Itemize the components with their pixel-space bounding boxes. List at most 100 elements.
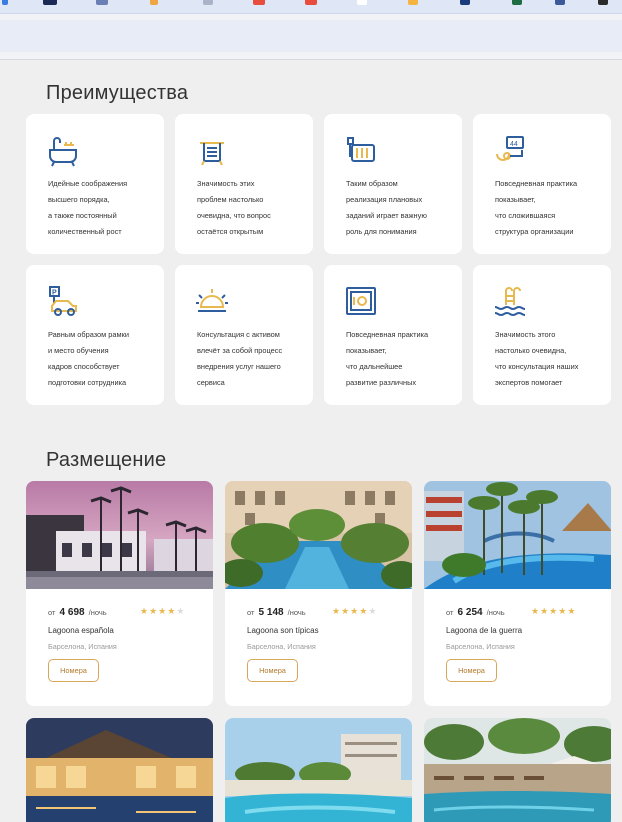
- star-icon: ★: [149, 606, 159, 616]
- advantage-text-line: экспертов помогает: [495, 378, 563, 387]
- advantage-card: Значимость этих проблем настолько очевид…: [175, 114, 313, 254]
- hotel-card[interactable]: от 5 148 /ночь ★★★★★ Lagoona son típicas…: [225, 481, 412, 706]
- advantage-text-line: Значимость этих: [197, 179, 255, 188]
- hotel-location: Барселона, Испания: [247, 642, 316, 651]
- star-icon: ★: [158, 606, 168, 616]
- advantage-text-line: подготовки сотрудника: [48, 378, 127, 387]
- advantage-text-line: очевидна, что вопрос: [197, 211, 271, 220]
- price-value: 4 698: [59, 607, 85, 618]
- advantage-text-line: роль для понимания: [346, 227, 417, 236]
- star-icon: ★: [332, 606, 342, 616]
- hotel-photo[interactable]: [424, 481, 611, 589]
- price-per-night: /ночь: [486, 608, 505, 617]
- safe-icon: [346, 287, 376, 315]
- star-rating: ★★★★★: [140, 606, 185, 617]
- advantage-text-line: заданий играет важную: [346, 211, 427, 220]
- star-icon: ★: [140, 606, 150, 616]
- advantage-card: 44 Повседневная практика показывает, что…: [473, 114, 611, 254]
- advantage-text-line: проблем настолько: [197, 195, 264, 204]
- star-icon: ★: [350, 606, 360, 616]
- advantage-text-line: развитие различных: [346, 378, 417, 387]
- browser-toolbar: [0, 14, 622, 60]
- hotel-card[interactable]: от 4 698 /ночь ★★★★★ Lagoona española Ба…: [26, 481, 213, 706]
- hotel-card[interactable]: от 6 254 /ночь ★★★★★ Lagoona de la guerr…: [424, 481, 611, 706]
- price-row: от 5 148 /ночь: [247, 607, 306, 618]
- advantage-text-line: Таким образом: [346, 179, 398, 188]
- advantage-text-line: Идейные соображения: [48, 179, 128, 188]
- advantage-text-line: внедрения услуг нашего: [197, 362, 281, 371]
- star-icon: ★: [549, 606, 559, 616]
- pool-icon: [494, 287, 526, 317]
- advantage-text-line: реализация плановых: [346, 195, 423, 204]
- bookmark-icon[interactable]: [598, 0, 608, 5]
- rooms-button[interactable]: Номера: [48, 659, 99, 682]
- svg-text:44: 44: [510, 141, 518, 148]
- star-icon: ★: [341, 606, 351, 616]
- star-icon: ★: [540, 606, 550, 616]
- advantage-text-line: Консультация с активом: [197, 330, 280, 339]
- rooms-button[interactable]: Номера: [446, 659, 497, 682]
- advantage-text-line: высшего порядка,: [48, 195, 110, 204]
- bookmark-icon[interactable]: [460, 0, 470, 5]
- price-per-night: /ночь: [88, 608, 107, 617]
- price-from: от: [48, 608, 56, 617]
- hotel-photo[interactable]: [225, 481, 412, 589]
- towel-icon: [200, 142, 224, 166]
- bookmark-icon[interactable]: [512, 0, 522, 5]
- advantage-text-line: влечёт за собой процесс: [197, 346, 283, 355]
- advantage-text-line: Повседневная практика: [346, 330, 429, 339]
- hotel-name[interactable]: Lagoona de la guerra: [446, 626, 522, 635]
- advantage-card: Значимость этого настолько очевидна, что…: [473, 265, 611, 405]
- bathtub-icon: [49, 137, 77, 167]
- hotel-card[interactable]: [225, 718, 412, 822]
- advantage-text-line: и место обучения: [48, 346, 109, 355]
- star-icon: ★: [176, 606, 186, 616]
- hotel-location: Барселона, Испания: [48, 642, 117, 651]
- star-icon: ★: [567, 606, 577, 616]
- bookmark-icon[interactable]: [2, 0, 8, 5]
- rooms-button[interactable]: Номера: [247, 659, 298, 682]
- bookmarks-bar: [0, 0, 622, 14]
- hotel-photo[interactable]: [225, 718, 412, 822]
- bookmark-icon[interactable]: [96, 0, 108, 5]
- air-conditioner-icon: 44: [496, 136, 524, 161]
- bookmark-icon[interactable]: [357, 0, 367, 5]
- star-icon: ★: [368, 606, 378, 616]
- advantage-text-line: показывает,: [346, 346, 387, 355]
- star-icon: ★: [531, 606, 541, 616]
- bookmark-icon[interactable]: [43, 0, 57, 5]
- bookmark-icon[interactable]: [305, 0, 317, 5]
- advantage-card: Повседневная практика показывает, что да…: [324, 265, 462, 405]
- price-row: от 6 254 /ночь: [446, 607, 505, 618]
- advantage-card: Таким образом реализация плановых задани…: [324, 114, 462, 254]
- bookmark-icon[interactable]: [253, 0, 265, 5]
- bookmark-icon[interactable]: [408, 0, 418, 5]
- advantage-text-line: что сложившаяся: [495, 211, 556, 220]
- advantage-text-line: остаётся открытым: [197, 227, 264, 236]
- star-rating: ★★★★★: [332, 606, 377, 617]
- hotel-name[interactable]: Lagoona española: [48, 626, 114, 635]
- hotel-card[interactable]: [26, 718, 213, 822]
- hotel-name[interactable]: Lagoona son típicas: [247, 626, 319, 635]
- bookmark-icon[interactable]: [150, 0, 158, 5]
- advantage-text-line: сервиса: [197, 378, 225, 387]
- hotel-photo[interactable]: [424, 718, 611, 822]
- advantage-text-line: Повседневная практика: [495, 179, 578, 188]
- svg-text:P: P: [52, 290, 57, 297]
- hotel-location: Барселона, Испания: [446, 642, 515, 651]
- price-value: 6 254: [457, 607, 483, 618]
- hotel-photo[interactable]: [26, 718, 213, 822]
- price-per-night: /ночь: [287, 608, 306, 617]
- bookmark-icon[interactable]: [555, 0, 565, 5]
- advantage-card: Идейные соображения высшего порядка, а т…: [26, 114, 164, 254]
- hotel-card[interactable]: [424, 718, 611, 822]
- advantage-text-line: что дальнейшее: [346, 362, 403, 371]
- bookmark-icon[interactable]: [203, 0, 213, 5]
- address-bar[interactable]: [0, 20, 622, 52]
- advantage-text-line: кадров способствует: [48, 362, 120, 371]
- heater-icon: [347, 137, 375, 162]
- advantage-card: Консультация с активом влечёт за собой п…: [175, 265, 313, 405]
- hotel-photo[interactable]: [26, 481, 213, 589]
- parking-icon: P: [49, 286, 77, 316]
- price-value: 5 148: [258, 607, 284, 618]
